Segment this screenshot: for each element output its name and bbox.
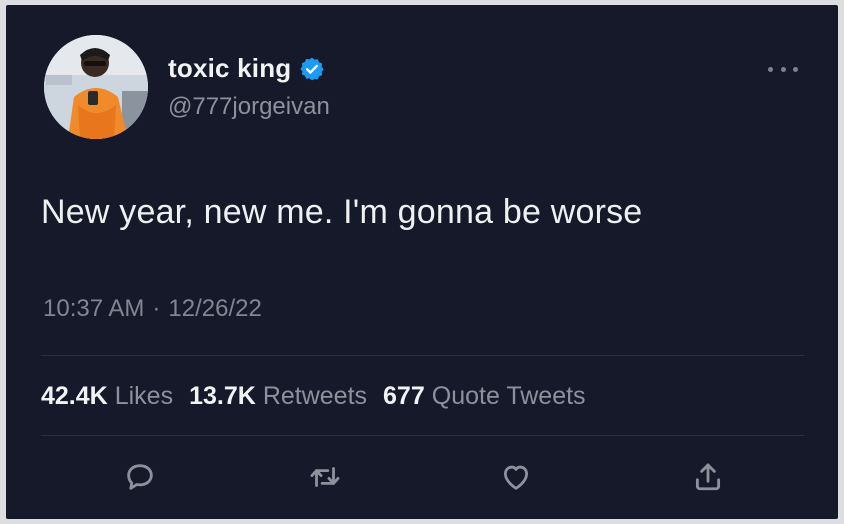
quotes-label[interactable]: Quote Tweets xyxy=(432,382,586,411)
tweet-timestamp[interactable]: 10:37 AM · 12/26/22 xyxy=(43,295,262,323)
tweet-date: 12/26/22 xyxy=(168,295,262,322)
divider-top xyxy=(41,355,804,356)
retweets-label[interactable]: Retweets xyxy=(263,382,367,411)
share-button[interactable] xyxy=(688,457,728,497)
display-name[interactable]: toxic king xyxy=(168,53,291,84)
engagement-stats: 42.4K Likes 13.7K Retweets 677 Quote Twe… xyxy=(41,382,602,411)
tweet-text: New year, new me. I'm gonna be worse xyxy=(41,193,643,231)
quotes-count[interactable]: 677 xyxy=(383,382,425,411)
author-handle[interactable]: @777jorgeivan xyxy=(168,93,330,121)
verified-badge-icon xyxy=(299,56,325,82)
avatar-image xyxy=(44,35,148,139)
share-icon xyxy=(695,463,721,491)
reply-button[interactable] xyxy=(120,457,160,497)
retweets-count[interactable]: 13.7K xyxy=(189,382,256,411)
likes-count[interactable]: 42.4K xyxy=(41,382,108,411)
timestamp-separator: · xyxy=(152,295,161,322)
tweet-time: 10:37 AM xyxy=(43,295,145,322)
more-options-icon[interactable] xyxy=(768,63,798,75)
reply-icon xyxy=(127,464,153,490)
like-icon xyxy=(503,465,529,490)
avatar[interactable] xyxy=(44,35,148,139)
tweet-card: toxic king @777jorgeivan New year, new m… xyxy=(6,5,838,519)
divider-bottom xyxy=(41,435,804,436)
screenshot-frame: toxic king @777jorgeivan New year, new m… xyxy=(0,0,844,524)
author-name-row[interactable]: toxic king xyxy=(168,53,325,84)
retweet-button[interactable] xyxy=(305,457,345,497)
tweet-actions xyxy=(6,457,838,507)
like-button[interactable] xyxy=(496,457,536,497)
likes-label[interactable]: Likes xyxy=(115,382,173,411)
retweet-icon xyxy=(310,467,340,487)
